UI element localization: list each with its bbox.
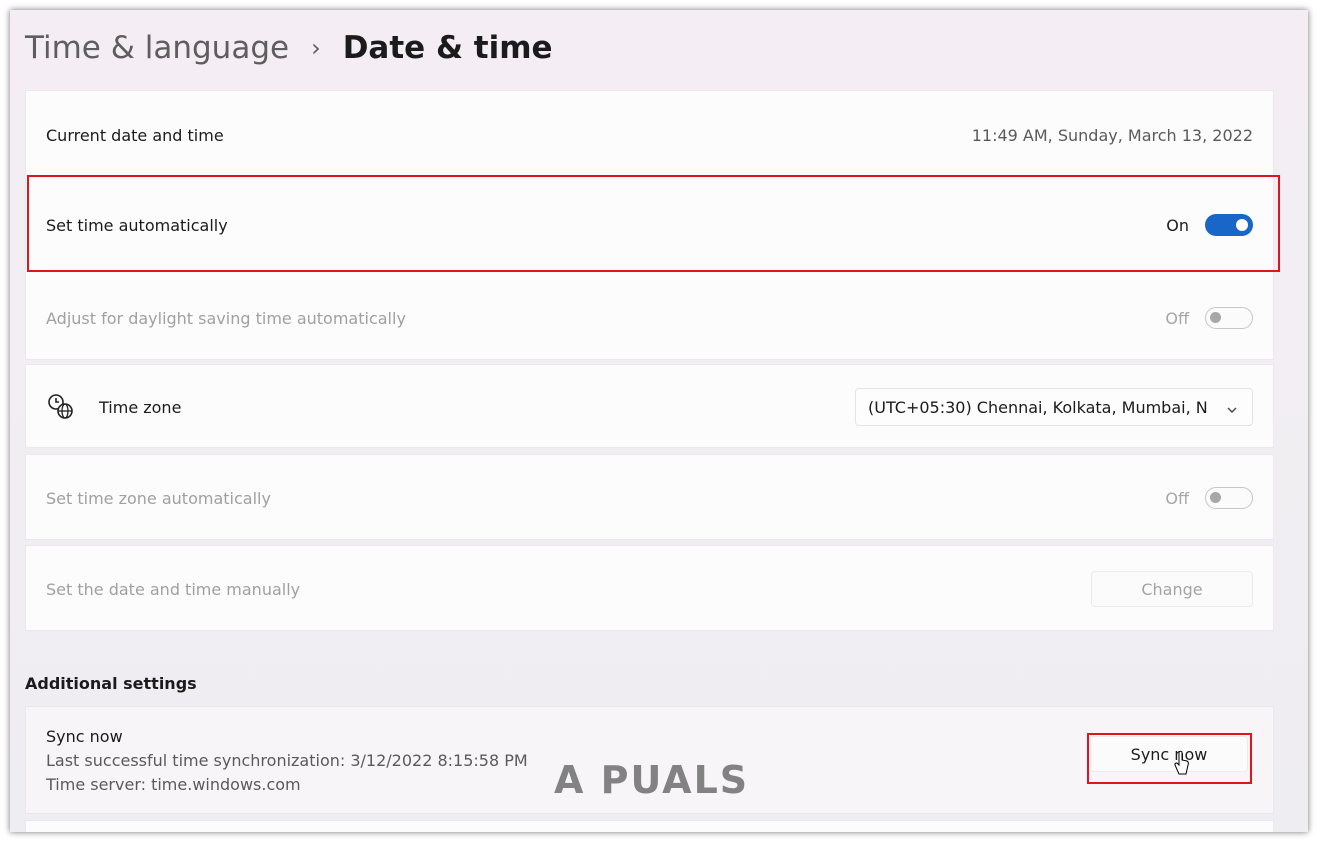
daylight-saving-label: Adjust for daylight saving time automati…	[46, 308, 406, 328]
chevron-down-icon	[1226, 401, 1238, 420]
page-title: Date & time	[342, 30, 553, 66]
next-card-edge	[25, 820, 1274, 832]
time-zone-selected-value: (UTC+05:30) Chennai, Kolkata, Mumbai, Ne…	[868, 397, 1208, 417]
set-time-zone-auto-card: Set time zone automatically Off	[25, 454, 1274, 540]
appuals-watermark: A PUALS	[554, 758, 749, 802]
time-server-text: Time server: time.windows.com	[46, 775, 301, 794]
set-time-zone-auto-label: Set time zone automatically	[46, 488, 271, 508]
time-zone-label: Time zone	[99, 397, 182, 417]
manual-datetime-card: Set the date and time manually Change	[25, 545, 1274, 631]
breadcrumb: Time & language › Date & time	[25, 24, 553, 72]
time-zone-card: Time zone (UTC+05:30) Chennai, Kolkata, …	[25, 364, 1274, 448]
manual-datetime-label: Set the date and time manually	[46, 579, 301, 599]
watermark-text: A PUALS	[554, 758, 750, 802]
toggle-knob	[1210, 312, 1221, 323]
breadcrumb-parent-link[interactable]: Time & language	[25, 30, 289, 66]
manual-datetime-row: Set the date and time manually Change	[26, 546, 1273, 632]
additional-settings-heading: Additional settings	[25, 674, 197, 693]
daylight-saving-state: Off	[1165, 308, 1189, 328]
clock-globe-icon	[46, 392, 76, 422]
current-datetime-value: 11:49 AM, Sunday, March 13, 2022	[971, 125, 1253, 145]
last-sync-text: Last successful time synchronization: 3/…	[46, 751, 528, 770]
sync-button-highlight-box	[1087, 733, 1252, 784]
breadcrumb-separator-icon: ›	[311, 34, 321, 62]
time-zone-dropdown[interactable]: (UTC+05:30) Chennai, Kolkata, Mumbai, Ne…	[855, 388, 1253, 426]
settings-window: Time & language › Date & time Current da…	[10, 10, 1308, 832]
current-datetime-row: Current date and time 11:49 AM, Sunday, …	[26, 91, 1273, 179]
set-time-zone-auto-state: Off	[1165, 488, 1189, 508]
set-time-highlight-box	[27, 175, 1280, 272]
sync-info: Sync now Last successful time synchroniz…	[46, 725, 528, 797]
toggle-knob	[1210, 492, 1221, 503]
set-time-zone-auto-row: Set time zone automatically Off	[26, 455, 1273, 541]
set-time-zone-auto-toggle	[1205, 487, 1253, 509]
change-button: Change	[1091, 571, 1253, 607]
current-datetime-label: Current date and time	[46, 125, 224, 145]
mouse-pointer-icon	[1174, 750, 1190, 780]
daylight-saving-toggle	[1205, 307, 1253, 329]
time-zone-row: Time zone (UTC+05:30) Chennai, Kolkata, …	[26, 365, 1273, 449]
sync-title: Sync now	[46, 727, 123, 746]
daylight-saving-row: Adjust for daylight saving time automati…	[26, 274, 1273, 362]
